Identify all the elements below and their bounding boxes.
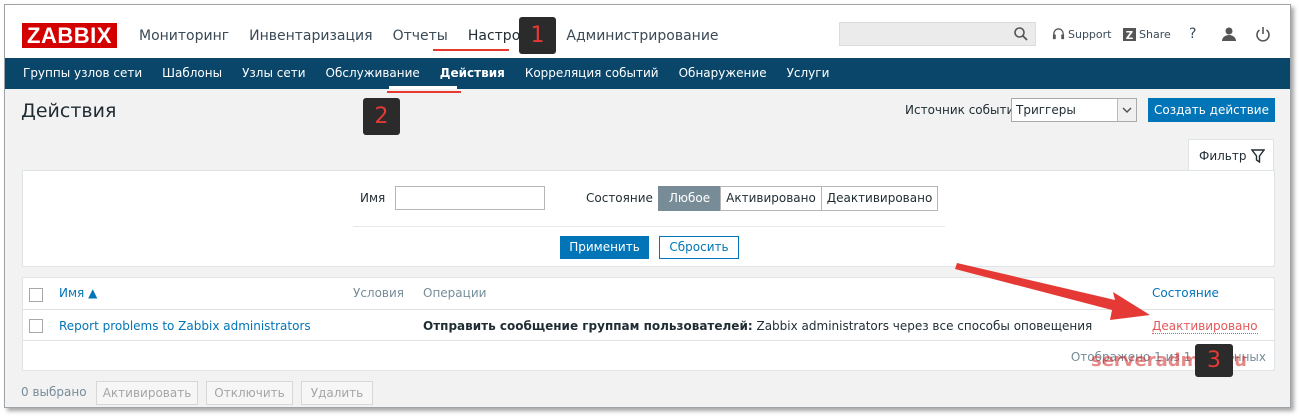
- app-window: ZABBIX Мониторинг Инвентаризация Отчеты …: [4, 4, 1291, 408]
- annotation-arrow: [955, 263, 1150, 320]
